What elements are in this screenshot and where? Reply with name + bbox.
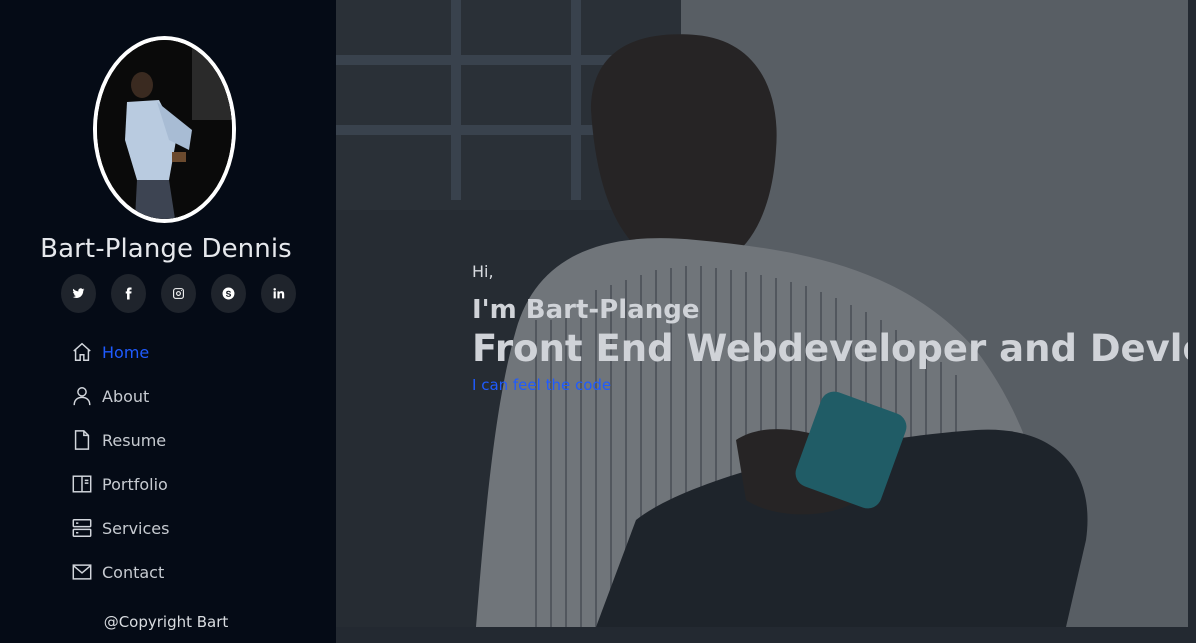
file-icon [70, 428, 94, 452]
nav-item-portfolio[interactable]: Portfolio [70, 462, 169, 506]
page-edge-bottom [336, 627, 1196, 643]
hero-tagline: I can feel the code [472, 376, 612, 394]
hero-intro: I'm Bart-Plange [472, 295, 700, 325]
layout-icon [70, 472, 94, 496]
twitter-icon [72, 288, 85, 298]
nav-item-contact[interactable]: Contact [70, 550, 169, 594]
nav-item-home[interactable]: Home [70, 330, 169, 374]
hero-greeting: Hi, [472, 262, 494, 281]
twitter-link[interactable] [61, 274, 96, 313]
nav-item-services[interactable]: Services [70, 506, 169, 550]
facebook-link[interactable] [111, 274, 146, 313]
sidebar: Bart-Plange Dennis Home About Resume Por… [0, 0, 336, 643]
nav-label-services: Services [102, 518, 170, 538]
nav-label-home: Home [102, 342, 150, 362]
owner-name: Bart-Plange Dennis [40, 234, 292, 264]
nav-item-about[interactable]: About [70, 374, 169, 418]
nav-label-contact: Contact [102, 562, 165, 582]
home-icon [70, 340, 94, 364]
person-icon [70, 384, 94, 408]
nav-label-resume: Resume [102, 430, 167, 450]
copyright-text: @Copyright Bart [103, 613, 229, 631]
social-links [61, 274, 296, 313]
linkedin-icon [273, 288, 285, 299]
avatar [93, 36, 236, 223]
instagram-link[interactable] [161, 274, 196, 313]
main-nav: Home About Resume Portfolio Services Con… [70, 330, 169, 594]
linkedin-link[interactable] [261, 274, 296, 313]
profile-photo-icon [97, 40, 232, 219]
hero-text: Hi, I'm Bart-Plange Front End Webdevelop… [472, 262, 1188, 394]
instagram-icon [173, 288, 184, 299]
facebook-icon [125, 287, 132, 300]
nav-label-about: About [102, 386, 150, 406]
hero-title: Front End Webdeveloper and Devloper [472, 327, 1188, 370]
skype-link[interactable] [211, 274, 246, 313]
envelope-icon [70, 560, 94, 584]
page-edge-right [1188, 0, 1196, 643]
hero-section: Hi, I'm Bart-Plange Front End Webdevelop… [336, 0, 1188, 627]
nav-item-resume[interactable]: Resume [70, 418, 169, 462]
nav-label-portfolio: Portfolio [102, 474, 168, 494]
skype-icon [222, 287, 235, 300]
server-icon [70, 516, 94, 540]
